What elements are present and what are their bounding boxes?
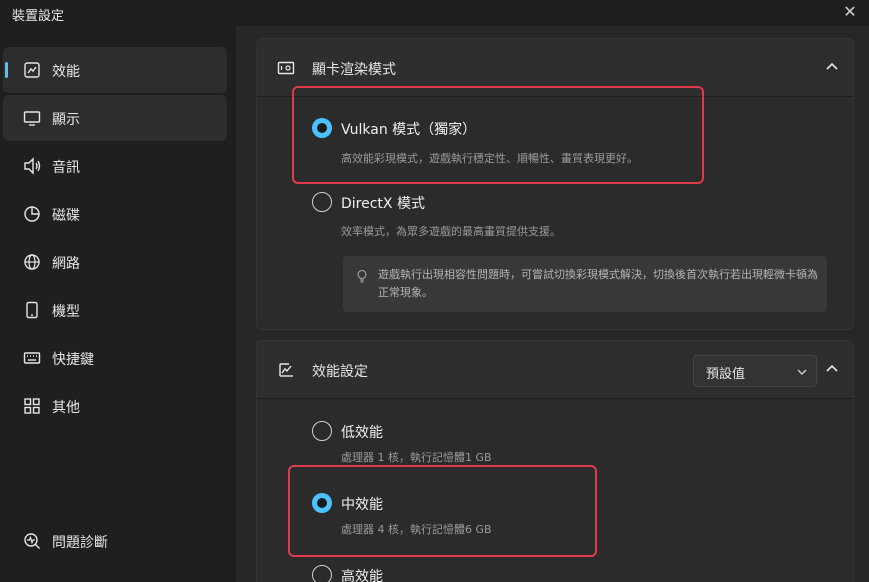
chart-line-icon <box>24 62 40 78</box>
close-icon[interactable]: ✕ <box>841 3 859 21</box>
performance-icon <box>279 363 293 377</box>
keyboard-icon <box>23 352 41 364</box>
sidebar-item-other[interactable]: 其他 <box>3 383 227 429</box>
sidebar-item-label: 問題診斷 <box>52 535 108 551</box>
monitor-icon <box>23 111 41 126</box>
graphics-card-title: 顯卡渲染模式 <box>312 62 396 78</box>
low-performance-radio[interactable] <box>312 421 332 441</box>
sidebar-item-display[interactable]: 顯示 <box>3 95 227 141</box>
diagnose-icon <box>24 533 40 549</box>
vulkan-desc: 高效能彩現模式，遊戲執行穩定性、順暢性、畫質表現更好。 <box>341 152 638 165</box>
sidebar-item-network[interactable]: 網路 <box>3 239 227 285</box>
speaker-icon <box>24 157 41 175</box>
chevron-up-icon[interactable] <box>825 361 839 375</box>
sidebar-item-disk[interactable]: 磁碟 <box>3 191 227 237</box>
sidebar-item-performance[interactable]: 效能 <box>3 47 227 93</box>
sidebar-item-shortcuts[interactable]: 快捷鍵 <box>3 335 227 381</box>
sidebar-item-label: 顯示 <box>52 112 80 128</box>
gpu-icon <box>277 61 295 75</box>
medium-performance-label: 中效能 <box>341 497 383 513</box>
sidebar-item-diagnostics[interactable]: 問題診斷 <box>3 518 227 564</box>
high-performance-label: 高效能 <box>341 569 383 582</box>
performance-preset-select[interactable]: 預設值 <box>693 355 817 387</box>
graphics-card-header[interactable]: 顯卡渲染模式 <box>257 39 853 97</box>
sidebar-item-model[interactable]: 機型 <box>3 287 227 333</box>
sidebar-item-label: 效能 <box>52 64 80 80</box>
performance-card-title: 效能設定 <box>312 364 368 380</box>
sidebar-item-label: 磁碟 <box>52 208 80 224</box>
sidebar-item-label: 快捷鍵 <box>52 352 94 368</box>
active-indicator <box>5 62 8 78</box>
render-hint-box: 遊戲執行出現相容性問題時，可嘗試切換彩現模式解決，切換後首次執行若出現輕微卡頓為… <box>343 256 827 312</box>
render-hint-text: 遊戲執行出現相容性問題時，可嘗試切換彩現模式解決，切換後首次執行若出現輕微卡頓為… <box>378 268 818 299</box>
sidebar-item-audio[interactable]: 音訊 <box>3 143 227 189</box>
pie-chart-icon <box>24 206 40 222</box>
directx-desc: 效率模式，為眾多遊戲的最高畫質提供支援。 <box>341 225 561 238</box>
performance-card: 效能設定 預設值 低效能 處理器 1 核，執行記憶體1 GB 中效能 處理器 4… <box>256 340 854 582</box>
sidebar-item-label: 其他 <box>52 400 80 416</box>
graphics-render-card: 顯卡渲染模式 Vulkan 模式（獨家） 高效能彩現模式，遊戲執行穩定性、順暢性… <box>256 38 854 330</box>
chevron-up-icon[interactable] <box>825 59 839 73</box>
low-performance-label: 低效能 <box>341 425 383 441</box>
high-performance-radio[interactable] <box>312 565 332 582</box>
globe-icon <box>24 254 40 270</box>
medium-performance-desc: 處理器 4 核，執行記憶體6 GB <box>341 523 492 536</box>
vulkan-label: Vulkan 模式（獨家） <box>341 122 477 138</box>
low-performance-desc: 處理器 1 核，執行記憶體1 GB <box>341 451 492 464</box>
directx-radio[interactable] <box>312 192 332 212</box>
medium-performance-radio[interactable] <box>312 493 332 513</box>
phone-icon <box>26 301 38 319</box>
lightbulb-icon <box>357 269 367 283</box>
preset-value: 預設值 <box>706 367 746 382</box>
performance-card-header[interactable]: 效能設定 預設值 <box>257 341 853 399</box>
directx-label: DirectX 模式 <box>341 196 425 212</box>
main-content: 顯卡渲染模式 Vulkan 模式（獨家） 高效能彩現模式，遊戲執行穩定性、順暢性… <box>236 26 869 582</box>
sidebar: 效能 顯示 音訊 磁碟 網路 機型 快捷鍵 其他 問題診斷 <box>0 26 236 582</box>
sidebar-item-label: 音訊 <box>52 160 80 176</box>
window-title: 裝置設定 <box>12 9 65 24</box>
vulkan-radio[interactable] <box>312 118 332 138</box>
sidebar-item-label: 網路 <box>52 256 80 272</box>
sidebar-item-label: 機型 <box>52 304 80 320</box>
chevron-down-icon <box>797 369 807 375</box>
grid-icon <box>24 398 40 414</box>
title-bar: 裝置設定 ✕ <box>0 0 869 26</box>
